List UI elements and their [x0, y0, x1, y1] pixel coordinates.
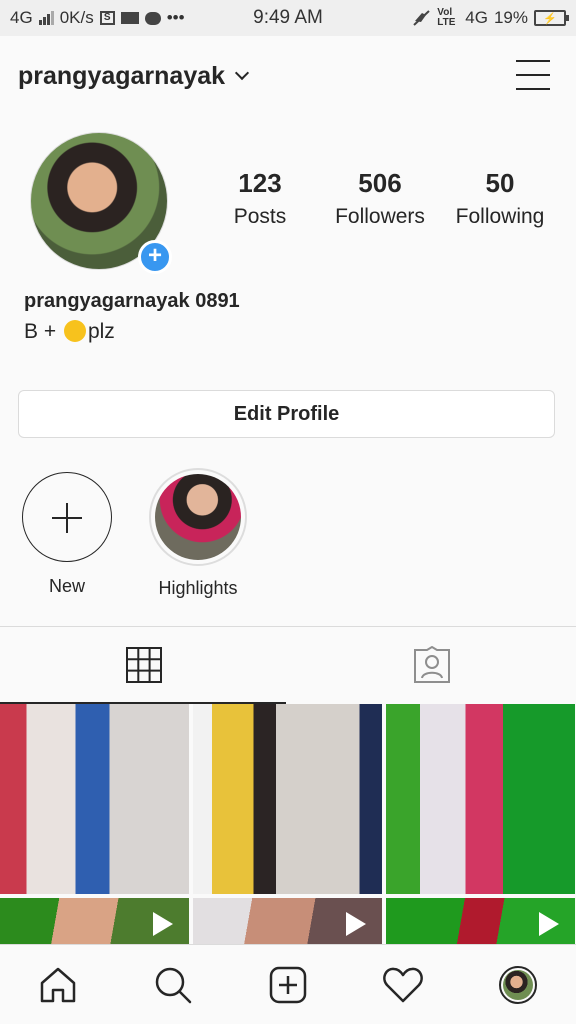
smile-emoji-icon: [63, 320, 86, 342]
grid-post[interactable]: [0, 898, 189, 946]
s-app-icon: S: [99, 11, 115, 25]
bio-suffix: plz: [87, 320, 115, 343]
video-play-icon: [153, 912, 173, 936]
highlight-highlights-label: Highlights: [158, 578, 238, 598]
stat-followers[interactable]: 506 Followers: [320, 168, 440, 229]
network-type-right: 4G: [465, 8, 488, 27]
menu-icon[interactable]: [516, 60, 550, 90]
nav-add-post[interactable]: [258, 955, 318, 1015]
nav-search[interactable]: [143, 955, 203, 1015]
profile-stats: 123 Posts 506 Followers 50 Following: [200, 168, 560, 229]
followers-label: Followers: [335, 205, 425, 228]
nav-profile[interactable]: [488, 955, 548, 1015]
profile-avatar-nav[interactable]: [499, 965, 538, 1004]
posts-label: Posts: [233, 205, 287, 228]
tab-tagged[interactable]: [288, 627, 576, 703]
grid-post[interactable]: [386, 898, 575, 946]
following-count: 50: [485, 168, 515, 198]
chevron-down-icon[interactable]: [234, 65, 250, 81]
grid-post[interactable]: [0, 704, 189, 894]
battery-percent: 19%: [493, 8, 528, 27]
stat-following[interactable]: 50 Following: [440, 168, 560, 229]
message-icon: [144, 11, 161, 25]
video-play-icon: [346, 912, 366, 936]
highlight-cover[interactable]: [149, 468, 247, 566]
grid-post[interactable]: [386, 704, 575, 894]
more-icon: •••: [166, 8, 185, 27]
search-icon[interactable]: [153, 965, 193, 1005]
profile-header: prangyagarnayak: [0, 36, 576, 116]
followers-count: 506: [358, 168, 402, 198]
highlight-highlights[interactable]: Highlights: [148, 468, 248, 599]
tagged-icon[interactable]: [413, 646, 451, 684]
header-username[interactable]: prangyagarnayak: [18, 62, 225, 91]
add-story-icon[interactable]: +: [138, 240, 172, 274]
posts-grid: [0, 704, 576, 946]
grid-icon[interactable]: [126, 647, 162, 683]
following-label: Following: [455, 205, 545, 228]
status-time: 9:49 AM: [253, 7, 323, 28]
heart-icon[interactable]: [382, 965, 424, 1005]
highlight-new[interactable]: New: [17, 472, 117, 597]
video-icon: [120, 12, 139, 24]
grid-post[interactable]: [193, 898, 382, 946]
status-right: Vol LTE 4G 19% ⚡: [346, 7, 569, 28]
tab-grid[interactable]: [0, 627, 288, 704]
highlight-new-label: New: [48, 576, 85, 596]
home-icon[interactable]: [38, 965, 78, 1005]
battery-icon: ⚡: [534, 10, 569, 26]
bio-prefix: B +: [24, 320, 62, 343]
profile-tabs: [0, 626, 576, 704]
grid-post[interactable]: [193, 704, 382, 894]
signal-icon: [38, 11, 54, 25]
profile-bio: B + plz: [24, 320, 115, 344]
nav-home[interactable]: [28, 955, 88, 1015]
volte-indicator: Vol LTE: [437, 7, 456, 28]
add-post-icon[interactable]: [268, 965, 308, 1005]
bottom-nav: [0, 944, 576, 1024]
profile-avatar-container[interactable]: +: [30, 132, 172, 274]
status-bar: 4G 0K/s S ••• 9:49 AM Vol LTE 4G 19% ⚡: [0, 0, 576, 36]
profile-full-name: prangyagarnayak 0891: [24, 290, 240, 312]
video-play-icon: [539, 912, 559, 936]
plus-icon[interactable]: [22, 472, 112, 562]
mute-icon: [413, 10, 430, 26]
status-left: 4G 0K/s S •••: [10, 8, 230, 28]
stat-posts[interactable]: 123 Posts: [200, 168, 320, 229]
network-speed: 0K/s: [59, 8, 94, 27]
posts-count: 123: [238, 168, 282, 198]
network-type: 4G: [10, 8, 33, 27]
edit-profile-button[interactable]: Edit Profile: [18, 390, 555, 438]
nav-activity[interactable]: [373, 955, 433, 1015]
